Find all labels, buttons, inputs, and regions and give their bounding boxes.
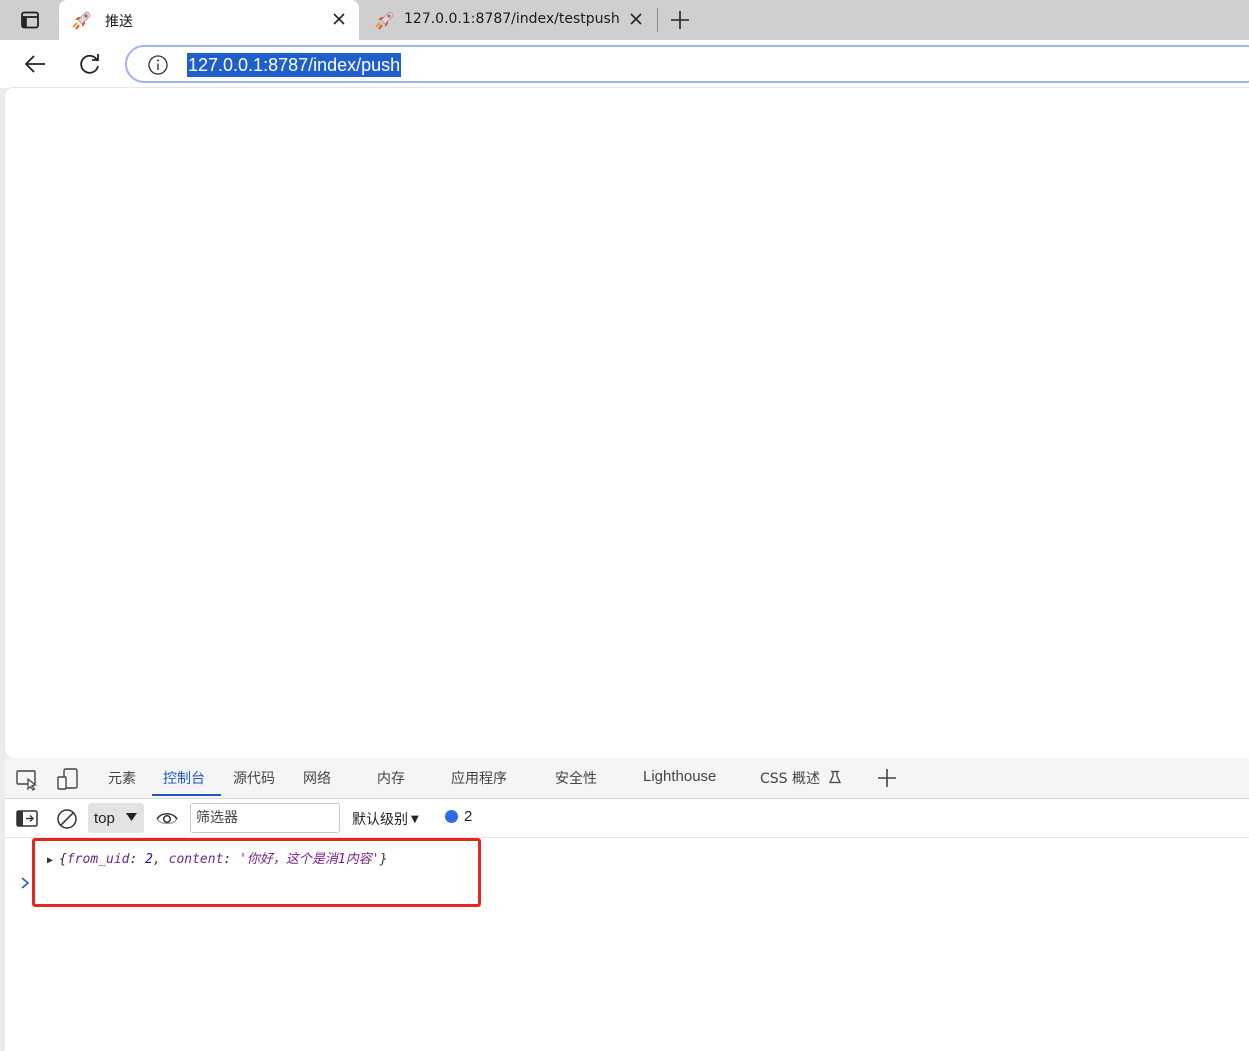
- close-tab-icon[interactable]: [331, 11, 347, 27]
- rocket-favicon-icon: [72, 11, 91, 30]
- rocket-favicon-icon: [375, 11, 394, 30]
- close-tab-icon[interactable]: [628, 11, 644, 27]
- tab-separator: [657, 8, 658, 32]
- plus-icon: [671, 11, 689, 29]
- show-sidebar-icon[interactable]: [15, 807, 39, 831]
- site-info-icon[interactable]: [147, 54, 169, 76]
- issues-counter[interactable]: 2: [445, 808, 472, 825]
- experiment-flask-icon: [829, 770, 842, 784]
- tab-actions-button[interactable]: [8, 6, 52, 34]
- devtools-tab-sources[interactable]: 源代码: [233, 768, 275, 788]
- tab-strip: 推送 127.0.0.1:8787/index/testpush: [0, 0, 1249, 40]
- console-prompt-chevron-icon[interactable]: [19, 876, 31, 890]
- back-arrow-icon: [24, 55, 45, 73]
- devtools-tab-console[interactable]: 控制台: [163, 768, 205, 788]
- device-toolbar-icon[interactable]: [56, 767, 80, 791]
- devtools-tab-lighthouse[interactable]: Lighthouse: [643, 768, 716, 785]
- context-value: top: [94, 810, 115, 827]
- active-tab-indicator: [152, 794, 221, 796]
- reload-button[interactable]: [76, 50, 104, 78]
- red-highlight-annotation: [32, 838, 481, 907]
- devtools-tab-elements[interactable]: 元素: [108, 768, 136, 788]
- css-overview-label: CSS 概述: [760, 771, 820, 787]
- console-toolbar: top 默认级别▼ 2: [5, 799, 1249, 838]
- back-button[interactable]: [21, 50, 49, 78]
- tab-title: 127.0.0.1:8787/index/testpush: [404, 11, 620, 27]
- devtools-tab-security[interactable]: 安全性: [555, 768, 597, 788]
- url-text[interactable]: 127.0.0.1:8787/index/push: [187, 53, 402, 77]
- clear-console-icon[interactable]: [55, 807, 79, 831]
- devtools-tab-css-overview[interactable]: CSS 概述: [760, 768, 842, 788]
- dropdown-arrow-icon: [126, 813, 137, 821]
- devtools-tab-network[interactable]: 网络: [303, 768, 331, 788]
- address-bar[interactable]: 127.0.0.1:8787/index/push: [125, 45, 1249, 83]
- dropdown-arrow-icon: ▼: [411, 814, 419, 825]
- tab-testpush[interactable]: 127.0.0.1:8787/index/testpush: [362, 0, 656, 40]
- tab-push[interactable]: 推送: [59, 0, 359, 40]
- log-levels-label: 默认级别: [352, 812, 408, 828]
- console-filter-input[interactable]: [190, 803, 340, 833]
- navigation-bar: 127.0.0.1:8787/index/push: [0, 40, 1249, 88]
- more-tools-plus-icon[interactable]: [875, 766, 899, 790]
- log-levels-dropdown[interactable]: 默认级别 ▼: [352, 809, 419, 829]
- devtools-tab-memory[interactable]: 内存: [377, 768, 405, 788]
- tab-title: 推送: [105, 14, 133, 30]
- devtools-tab-application[interactable]: 应用程序: [451, 768, 507, 788]
- devtools-panel: 元素 控制台 源代码 网络 内存 应用程序 安全性 Lighthouse CSS…: [5, 758, 1249, 1051]
- page-content: [5, 88, 1249, 758]
- message-bubble-icon: [445, 810, 458, 823]
- devtools-tab-bar: 元素 控制台 源代码 网络 内存 应用程序 安全性 Lighthouse CSS…: [5, 758, 1249, 799]
- console-output: ▶ {from_uid: 2, content: '你好，这个是消1内容'}: [5, 838, 1249, 1051]
- live-expression-eye-icon[interactable]: [155, 807, 179, 831]
- context-selector[interactable]: top: [88, 803, 144, 833]
- tab-actions-icon: [21, 11, 39, 29]
- new-tab-button[interactable]: [666, 6, 694, 34]
- inspect-element-icon[interactable]: [15, 767, 39, 791]
- reload-icon: [80, 54, 99, 74]
- message-count: 2: [464, 808, 473, 825]
